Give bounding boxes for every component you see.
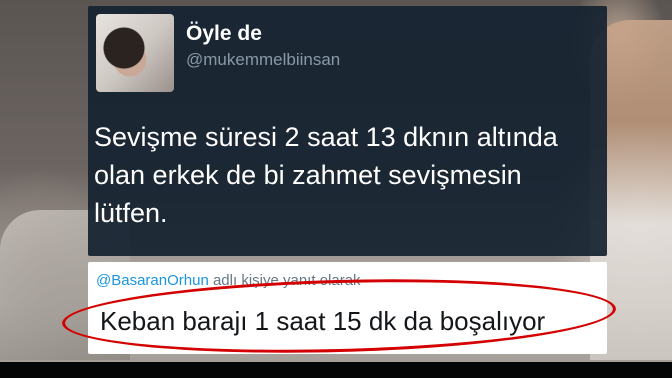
avatar[interactable] [96, 14, 174, 92]
reply-mention-link[interactable]: @BasaranOrhun [96, 272, 209, 289]
display-name[interactable]: Öyle de [186, 22, 262, 46]
tweet-text-line: lütfen. [94, 198, 168, 228]
tweet-card[interactable]: Öyle de @mukemmelbiinsan Sevişme süresi … [88, 6, 607, 256]
tweet-text: Sevişme süresi 2 saat 13 dknın altında o… [94, 118, 604, 232]
tweet-text-line: olan erkek de bi zahmet sevişmesin [94, 160, 522, 190]
user-handle[interactable]: @mukemmelbiinsan [186, 50, 340, 70]
bottom-letterbox-bar [0, 362, 672, 378]
tweet-text-line: Sevişme süresi 2 saat 13 dknın altında [94, 122, 558, 152]
